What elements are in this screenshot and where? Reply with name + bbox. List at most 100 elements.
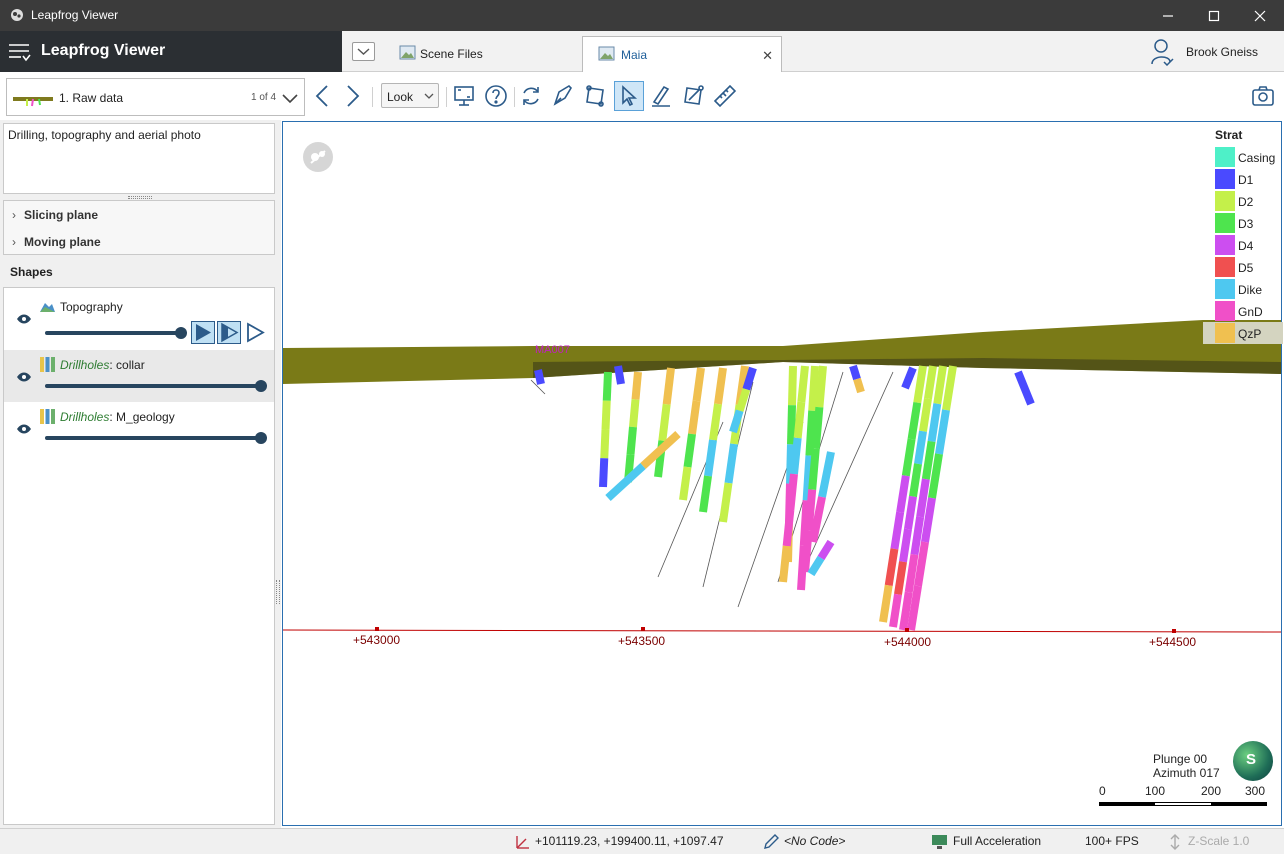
drillhole-segment xyxy=(787,405,796,445)
minimize-button[interactable] xyxy=(1145,0,1191,31)
saved-scene-selector[interactable]: 1. Raw data 1 of 4 xyxy=(6,78,305,116)
toolbar-divider xyxy=(372,87,373,107)
half-play-icon[interactable] xyxy=(217,321,241,344)
legend-label: D2 xyxy=(1238,195,1254,209)
opacity-slider[interactable] xyxy=(45,380,267,392)
play-icon[interactable] xyxy=(191,321,215,344)
shape-item-topography[interactable]: Topography xyxy=(4,292,274,350)
eye-icon[interactable] xyxy=(16,424,32,434)
zoom-to-fit-button[interactable] xyxy=(449,81,479,111)
slice-pen-icon xyxy=(553,84,573,106)
drillhole-segment xyxy=(808,365,819,412)
drillhole-segment xyxy=(662,367,675,405)
drillhole-segment xyxy=(808,448,820,490)
drillhole-segment xyxy=(807,555,825,577)
legend-item: QzP xyxy=(1203,322,1283,344)
eye-icon[interactable] xyxy=(16,372,32,382)
select-button[interactable] xyxy=(614,81,644,111)
look-label: Look xyxy=(387,90,414,104)
move-plane-button[interactable] xyxy=(580,81,610,111)
drillhole-segment xyxy=(793,401,806,439)
close-window-button[interactable] xyxy=(1237,0,1283,31)
moving-plane-toggle[interactable]: › Moving plane xyxy=(12,235,101,253)
panel-splitter[interactable] xyxy=(276,580,280,604)
zoom-fit-icon xyxy=(454,86,474,106)
planes-section: › Slicing plane › Moving plane xyxy=(3,200,275,255)
draw-line-button[interactable] xyxy=(646,81,676,111)
help-button[interactable] xyxy=(481,81,511,111)
drillhole-segment xyxy=(924,365,937,400)
legend-label: D5 xyxy=(1238,261,1254,275)
previous-scene-button[interactable] xyxy=(312,83,332,109)
azimuth-readout: Azimuth 017 xyxy=(1153,766,1220,780)
drillhole-segment xyxy=(894,561,907,595)
scene-canvas[interactable]: MA007 xyxy=(283,122,1281,825)
slicing-plane-toggle[interactable]: › Slicing plane xyxy=(12,208,98,226)
look-dropdown[interactable]: Look xyxy=(381,83,439,108)
rotate-button[interactable] xyxy=(516,81,546,111)
edit-plane-icon xyxy=(684,85,704,105)
eye-icon[interactable] xyxy=(16,314,32,324)
shapes-list: Topography Drillholes: collar Drillholes… xyxy=(3,287,275,825)
play-outline-icon[interactable] xyxy=(243,321,267,344)
chevron-right-icon: › xyxy=(12,208,16,222)
toolbar-divider xyxy=(514,87,515,107)
slider-knob[interactable] xyxy=(175,327,187,339)
tab-scene-files[interactable]: Scene Files xyxy=(396,36,582,72)
opacity-slider[interactable] xyxy=(45,432,267,444)
axis-tick-label: +543000 xyxy=(353,633,401,647)
opacity-slider[interactable] xyxy=(45,327,187,339)
drillhole-segment xyxy=(788,365,797,406)
maximize-button[interactable] xyxy=(1191,0,1237,31)
drillhole-traces xyxy=(530,364,1035,631)
axis-tick xyxy=(905,628,909,632)
acceleration-status: Full Acceleration xyxy=(953,834,1042,848)
next-scene-button[interactable] xyxy=(343,83,363,109)
hamburger-menu-icon[interactable] xyxy=(7,39,33,65)
legend-label: D1 xyxy=(1238,173,1254,187)
shape-item-m-geology[interactable]: Drillholes: M_geology xyxy=(4,402,274,454)
drillhole-segment xyxy=(534,369,545,385)
axis-tick-label: +544000 xyxy=(884,635,932,649)
drillhole-segment xyxy=(786,473,798,511)
drillhole-segment xyxy=(811,406,824,449)
drillhole-segment xyxy=(626,426,637,455)
brand-title: Leapfrog Viewer xyxy=(41,42,166,59)
drillhole-segment xyxy=(933,365,947,405)
brand-bar: Leapfrog Viewer xyxy=(0,31,342,72)
resize-grip[interactable] xyxy=(128,196,152,199)
scene-description: Drilling, topography and aerial photo xyxy=(3,123,275,194)
legend-swatch xyxy=(1215,147,1235,167)
axis-line xyxy=(283,629,1281,633)
shape-item-collar[interactable]: Drillholes: collar xyxy=(4,350,274,402)
chevron-down-icon xyxy=(357,48,370,55)
draw-slice-button[interactable] xyxy=(548,81,578,111)
compass-globe[interactable]: S xyxy=(1233,741,1273,781)
cursor-coordinates: +101119.23, +199400.11, +1097.47 xyxy=(535,834,724,848)
user-account[interactable]: Brook Gneiss xyxy=(1150,38,1280,66)
legend-swatch xyxy=(1215,279,1235,299)
measure-button[interactable] xyxy=(710,81,740,111)
screenshot-button[interactable] xyxy=(1248,81,1278,111)
z-scale-status[interactable]: Z-Scale 1.0 xyxy=(1188,834,1249,848)
axis-tick xyxy=(641,627,645,631)
scene-name: 1. Raw data xyxy=(59,91,124,105)
legend-item: D1 xyxy=(1203,168,1283,190)
close-tab-icon[interactable]: ✕ xyxy=(762,48,773,64)
scene-viewport[interactable]: MA007 Strat Casing D1 D2 D3 D4 D5 Dike GnD QzP +… xyxy=(282,121,1283,826)
tab-list-dropdown[interactable] xyxy=(352,42,375,61)
edit-plane-button[interactable] xyxy=(678,81,708,111)
axis-tick-label: +543500 xyxy=(618,634,666,648)
scene-thumbnail xyxy=(13,97,53,107)
legend-item: Dike xyxy=(1203,278,1283,300)
shape-name: Topography xyxy=(60,300,123,314)
slider-knob[interactable] xyxy=(255,432,267,444)
drillhole-segment xyxy=(679,466,692,501)
tab-maia[interactable]: Maia ✕ xyxy=(582,36,782,72)
legend-item: D4 xyxy=(1203,234,1283,256)
slider-knob[interactable] xyxy=(255,380,267,392)
legend-label: QzP xyxy=(1238,327,1262,341)
move-plane-icon xyxy=(586,85,604,107)
minimize-icon xyxy=(1163,14,1173,17)
code-status[interactable]: <No Code> xyxy=(784,834,845,848)
